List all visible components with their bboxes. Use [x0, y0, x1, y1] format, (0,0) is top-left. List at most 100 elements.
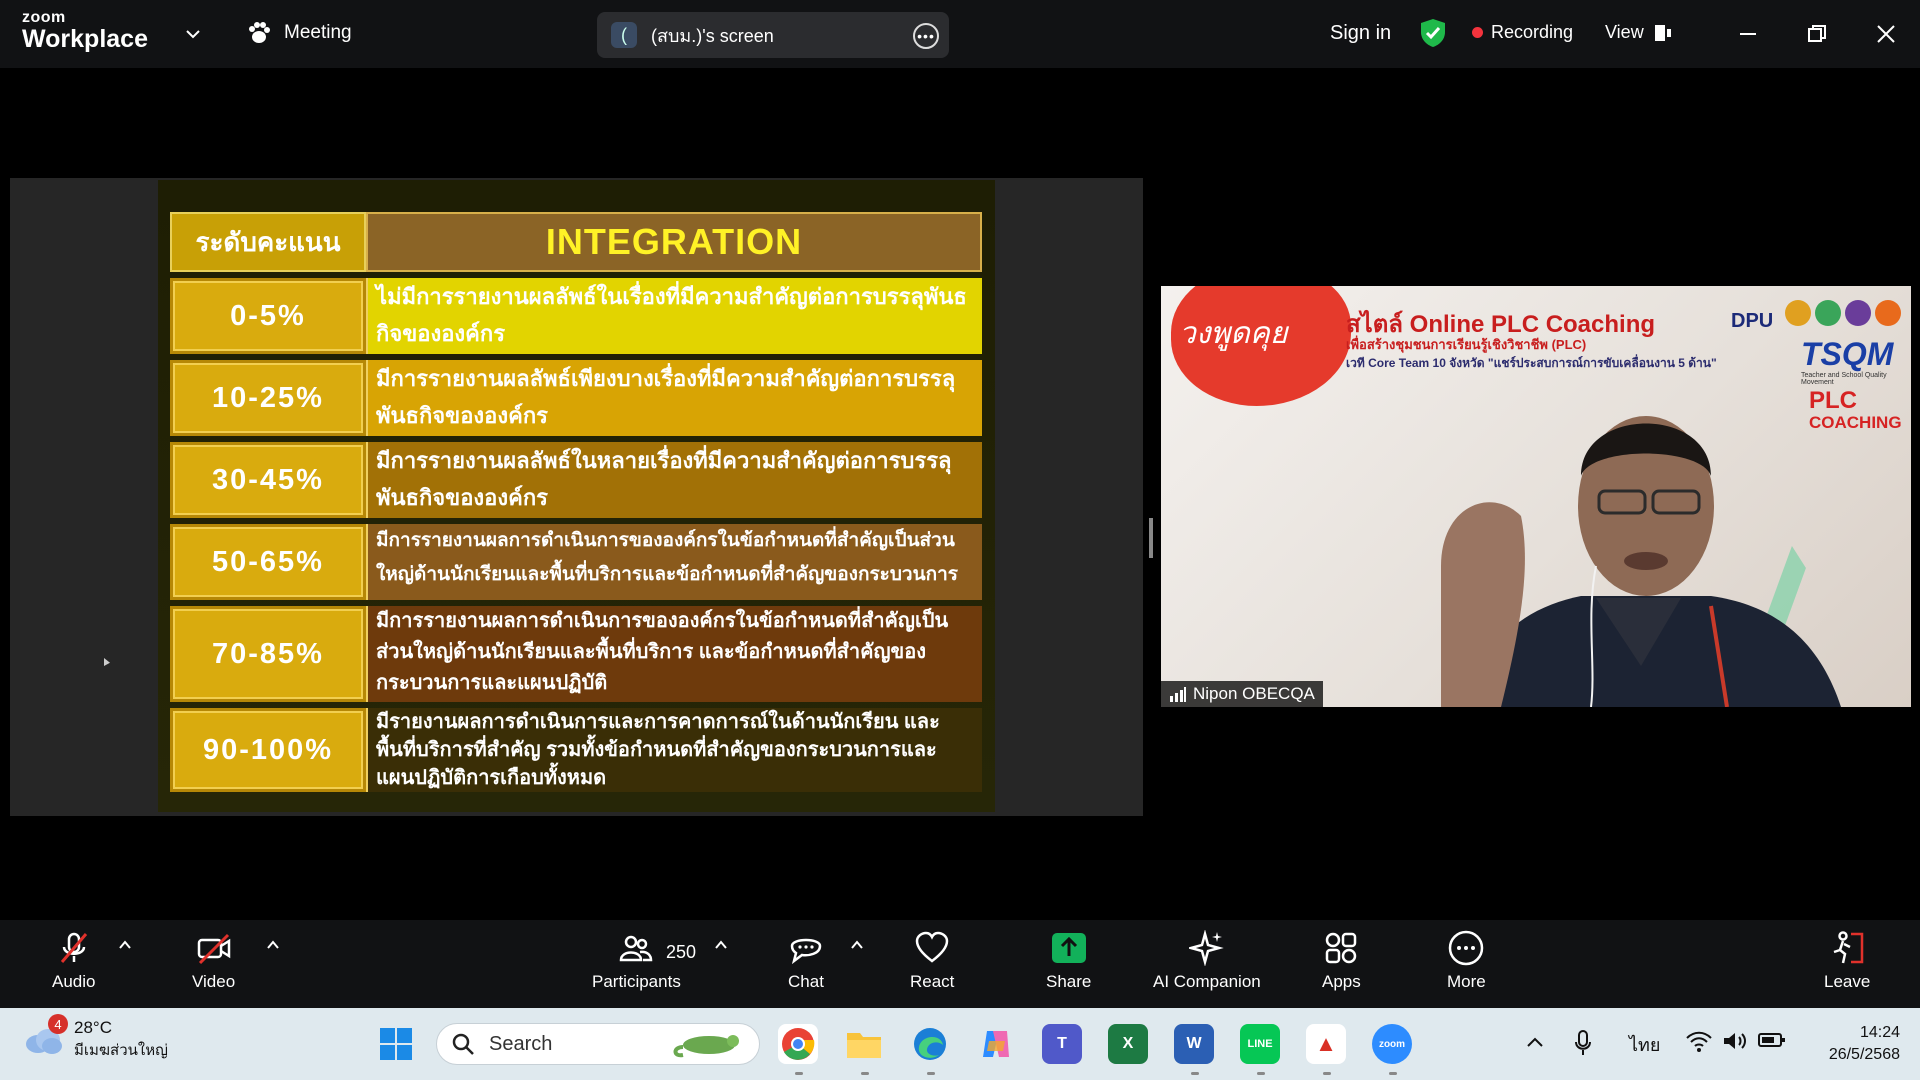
shared-screen[interactable]: ระดับคะแนน INTEGRATION 0-5% ไม่มีการรายง…	[10, 178, 1143, 816]
recording-label: Recording	[1491, 22, 1574, 42]
sign-in-link[interactable]: Sign in	[1330, 22, 1391, 45]
excel-icon[interactable]: X	[1108, 1024, 1148, 1064]
search-icon	[452, 1033, 474, 1055]
chat-button[interactable]: Chat	[788, 930, 824, 992]
more-button[interactable]: More	[1447, 930, 1486, 992]
caret-up-icon[interactable]	[714, 938, 728, 952]
meeting-label: Meeting	[284, 22, 352, 43]
screen-share-pill[interactable]: ( (สบม.)'s screen •••	[597, 12, 949, 58]
chrome-icon[interactable]	[778, 1024, 818, 1064]
mouse-cursor-icon	[104, 658, 110, 666]
participant-person	[1441, 416, 1841, 707]
chevron-down-icon[interactable]	[184, 25, 202, 43]
audio-label: Audio	[52, 972, 96, 991]
score-level: 90-100%	[170, 708, 366, 792]
participant-video-tile[interactable]: วงพูดคุย สไตล์ Online PLC Coaching เพื่อ…	[1161, 286, 1911, 707]
file-explorer-icon[interactable]	[844, 1024, 884, 1064]
apps-button[interactable]: Apps	[1322, 930, 1361, 992]
zoom-logo: zoom Workplace	[22, 10, 148, 52]
sparkle-icon	[1188, 930, 1224, 966]
chat-icon	[790, 938, 822, 965]
zoom-app-icon[interactable]: zoom	[1372, 1024, 1412, 1064]
acrobat-icon[interactable]: ▲	[1306, 1024, 1346, 1064]
split-resize-handle[interactable]	[1149, 518, 1153, 558]
word-icon[interactable]: W	[1174, 1024, 1214, 1064]
shield-icon[interactable]	[1420, 18, 1446, 48]
windows-start-icon[interactable]	[376, 1024, 416, 1064]
chat-label: Chat	[788, 972, 824, 991]
caret-up-icon[interactable]	[266, 938, 280, 952]
partner-logo-icon	[1845, 300, 1871, 326]
meeting-button[interactable]: Meeting	[246, 20, 352, 46]
score-level: 70-85%	[170, 606, 366, 702]
video-label: Video	[192, 972, 236, 991]
audio-button[interactable]: Audio	[52, 930, 95, 992]
score-level: 10-25%	[170, 360, 366, 436]
recording-indicator[interactable]: Recording	[1472, 22, 1573, 43]
recording-dot-icon	[1472, 27, 1483, 38]
more-options-icon[interactable]: •••	[913, 23, 939, 49]
row-description: มีการรายงานผลการดำเนินการขององค์กรในข้อก…	[366, 606, 982, 702]
caret-up-icon[interactable]	[850, 938, 864, 952]
partner-logos	[1785, 300, 1901, 326]
table-row: 30-45% มีการรายงานผลลัพธ์ในหลายเรื่องที่…	[170, 442, 982, 518]
react-label: React	[910, 972, 955, 991]
view-button[interactable]: View	[1605, 22, 1672, 43]
edge-icon[interactable]	[910, 1024, 950, 1064]
chevron-up-icon[interactable]	[1526, 1034, 1544, 1052]
clock[interactable]: 14:24 26/5/2568	[1808, 1022, 1900, 1066]
running-indicator	[1257, 1072, 1265, 1075]
row-description: ไม่มีการรายงานผลลัพธ์ในเรื่องที่มีความสำ…	[366, 278, 982, 354]
layout-icon	[1654, 24, 1671, 41]
share-button[interactable]: Share	[1046, 930, 1091, 992]
volume-icon[interactable]	[1722, 1030, 1748, 1052]
windows-taskbar: 4 28°C มีเมฆส่วนใหญ่ Search T X W LINE ▲…	[0, 1008, 1920, 1080]
row-description: มีการรายงานผลลัพธ์ในหลายเรื่องที่มีความส…	[366, 442, 982, 518]
logo-small-text: zoom	[22, 9, 66, 26]
video-button[interactable]: Video	[192, 930, 235, 992]
more-label: More	[1447, 972, 1486, 991]
apps-label: Apps	[1322, 972, 1361, 991]
logo-big-text: Workplace	[22, 25, 148, 53]
clock-date: 26/5/2568	[1828, 1046, 1900, 1063]
presentation-slide: ระดับคะแนน INTEGRATION 0-5% ไม่มีการรายง…	[158, 180, 995, 812]
copilot-icon[interactable]	[976, 1024, 1016, 1064]
score-level-header: ระดับคะแนน	[170, 212, 366, 272]
ai-companion-label: AI Companion	[1153, 972, 1261, 991]
screen-share-label: (สบม.)'s screen	[651, 25, 774, 46]
minimize-icon[interactable]	[1732, 18, 1764, 50]
weather-description: มีเมฆส่วนใหญ่	[74, 1042, 168, 1059]
ai-companion-button[interactable]: AI Companion	[1153, 930, 1261, 992]
temperature: 28°C	[74, 1018, 112, 1037]
teams-icon[interactable]: T	[1042, 1024, 1082, 1064]
table-row: 70-85% มีการรายงานผลการดำเนินการขององค์ก…	[170, 606, 982, 702]
language-indicator[interactable]: ไทย	[1629, 1030, 1660, 1059]
taskbar-search[interactable]: Search	[436, 1023, 760, 1065]
line-icon[interactable]: LINE	[1240, 1024, 1280, 1064]
more-icon	[1449, 930, 1484, 966]
heart-icon	[915, 931, 949, 963]
leave-icon	[1833, 931, 1864, 964]
chameleon-icon	[673, 1035, 739, 1058]
participants-icon	[620, 935, 653, 962]
microphone-icon[interactable]	[1574, 1030, 1592, 1056]
wifi-icon[interactable]	[1686, 1030, 1712, 1052]
react-button[interactable]: React	[910, 930, 954, 992]
restore-icon[interactable]	[1801, 18, 1833, 50]
weather-widget[interactable]: 4 28°C มีเมฆส่วนใหญ่	[24, 1014, 168, 1062]
partner-logo-icon	[1785, 300, 1811, 326]
share-label: Share	[1046, 972, 1092, 991]
battery-icon[interactable]	[1758, 1030, 1786, 1050]
banner-subtitle: เพื่อสร้างชุมชนการเรียนรู้เชิงวิชาชีพ (P…	[1346, 337, 1587, 352]
meeting-toolbar: Audio Video Participants 250 Chat React …	[0, 920, 1920, 1008]
table-header: ระดับคะแนน INTEGRATION	[170, 212, 982, 272]
leave-button[interactable]: Leave	[1824, 930, 1870, 992]
caret-up-icon[interactable]	[118, 938, 132, 952]
dpu-logo: DPU	[1731, 310, 1774, 332]
running-indicator	[1389, 1072, 1397, 1075]
close-icon[interactable]	[1870, 18, 1902, 50]
row-description: มีการรายงานผลลัพธ์เพียงบางเรื่องที่มีควา…	[366, 360, 982, 436]
leave-label: Leave	[1824, 972, 1871, 991]
participant-name: Nipon OBECQA	[1193, 684, 1315, 703]
table-row: 90-100% มีรายงานผลการดำเนินการและการคาดก…	[170, 708, 982, 792]
